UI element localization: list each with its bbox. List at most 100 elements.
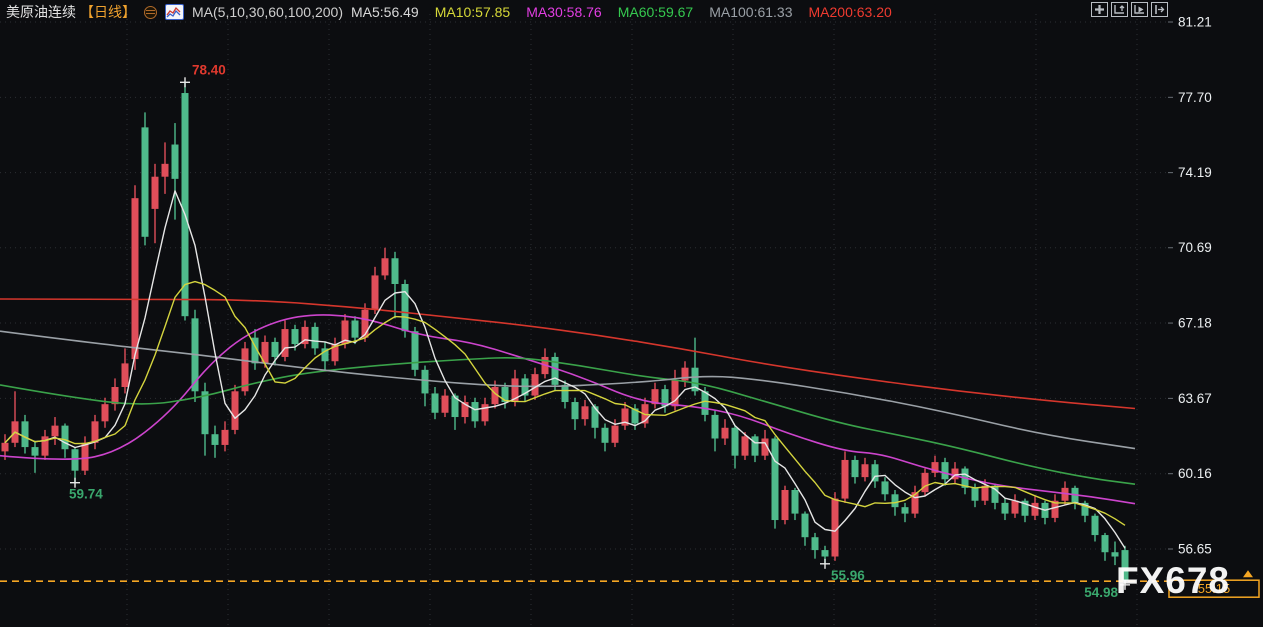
auto-scale-icon[interactable]	[1111, 2, 1128, 17]
axis-tick-label: 56.65	[1178, 542, 1212, 557]
candle-body	[712, 415, 719, 439]
ma-values: MA5:56.49 MA10:57.85 MA30:58.76 MA60:59.67 M…	[351, 4, 892, 20]
candle-body	[122, 363, 129, 387]
mini-chart-icon[interactable]	[165, 4, 184, 20]
candle-body	[772, 438, 779, 520]
candle-body	[612, 426, 619, 443]
mini-chart-glyph	[166, 6, 181, 18]
play-scale-icon[interactable]	[1131, 2, 1148, 17]
candle-body	[162, 164, 169, 177]
candle-body	[1092, 516, 1099, 535]
candle-body	[482, 404, 489, 421]
axis-tick-label: 70.69	[1178, 240, 1212, 255]
candle-body	[942, 462, 949, 479]
candle-body	[2, 443, 9, 452]
ma-value-MA200: MA200:63.20	[809, 4, 892, 20]
candle-body	[882, 481, 889, 494]
extreme-price-label: 55.96	[831, 568, 865, 583]
candle-body	[372, 275, 379, 309]
candle-body	[132, 198, 139, 359]
candle-body	[982, 486, 989, 501]
candle-body	[1002, 503, 1009, 514]
axis-tick-label: 74.19	[1178, 165, 1212, 180]
candle-body	[442, 396, 449, 413]
candle-body	[432, 393, 439, 412]
candle-body	[412, 331, 419, 370]
candle-body	[702, 391, 709, 415]
ma-value-MA10: MA10:57.85	[435, 4, 511, 20]
candle-body	[292, 329, 299, 344]
candle-body	[532, 374, 539, 395]
candle-body	[1032, 503, 1039, 516]
candle-body	[92, 421, 99, 442]
candle-body	[812, 537, 819, 550]
candle-body	[572, 402, 579, 419]
candle-body	[562, 385, 569, 402]
candle-body	[752, 436, 759, 455]
axis-tick-label: 60.16	[1178, 466, 1212, 481]
candle-body	[352, 320, 359, 337]
candle-body	[1012, 501, 1019, 514]
candle-body	[852, 460, 859, 477]
ma-value-MA60: MA60:59.67	[618, 4, 694, 20]
candle-body	[202, 391, 209, 434]
extreme-price-label: 54.98	[1084, 585, 1118, 600]
split-view-icon[interactable]	[1091, 2, 1108, 17]
candle-body	[272, 342, 279, 357]
page-forward-icon[interactable]	[1151, 2, 1168, 17]
candle-body	[422, 370, 429, 394]
candle-body	[1102, 535, 1109, 552]
candle-body	[212, 434, 219, 445]
candle-body	[842, 460, 849, 499]
candle-body	[392, 258, 399, 284]
candle-body	[232, 391, 239, 430]
chart-svg[interactable]: 55.1578.4059.7455.9654.9881.2177.7074.19…	[0, 0, 1263, 627]
axis-tick-label: 81.21	[1178, 15, 1212, 30]
period-label[interactable]: 【日线】	[80, 2, 136, 22]
candlestick-chart[interactable]: 55.1578.4059.7455.9654.9881.2177.7074.19…	[0, 0, 1263, 627]
candle-body	[582, 406, 589, 419]
candle-body	[742, 436, 749, 455]
chart-toolbar	[1091, 2, 1168, 17]
candle-body	[22, 421, 29, 447]
candle-body	[922, 473, 929, 492]
candle-body	[832, 499, 839, 557]
candle-body	[52, 426, 59, 437]
ma-settings-label[interactable]: MA(5,10,30,60,100,200)	[192, 4, 343, 20]
ma-value-MA30: MA30:58.76	[526, 4, 602, 20]
candle-body	[972, 488, 979, 501]
candle-body	[382, 258, 389, 275]
extreme-price-label: 59.74	[69, 487, 103, 502]
candle-body	[182, 93, 189, 316]
ma-value-MA5: MA5:56.49	[351, 4, 419, 20]
price-chart-app: 55.1578.4059.7455.9654.9881.2177.7074.19…	[0, 0, 1263, 627]
candle-body	[732, 428, 739, 456]
candle-body	[32, 447, 39, 456]
candle-body	[312, 327, 319, 348]
candle-body	[152, 177, 159, 209]
candle-body	[862, 464, 869, 477]
chart-header: 美原油连续 【日线】 MA(5,10,30,60,100,200) MA5:56…	[6, 3, 892, 21]
menu-circle-icon[interactable]	[144, 6, 157, 19]
candle-body	[602, 428, 609, 443]
axis-tick-label: 63.67	[1178, 391, 1212, 406]
candle-body	[72, 449, 79, 470]
candle-body	[282, 329, 289, 357]
candle-body	[722, 428, 729, 439]
axis-tick-label: 77.70	[1178, 90, 1212, 105]
candle-body	[102, 404, 109, 421]
candle-body	[172, 145, 179, 179]
candle-body	[892, 494, 899, 507]
candle-body	[822, 550, 829, 556]
candle-body	[902, 507, 909, 513]
ma-value-MA100: MA100:61.33	[709, 4, 792, 20]
candle-body	[472, 402, 479, 421]
axis-tick-label: 67.18	[1178, 316, 1212, 331]
candle-body	[222, 430, 229, 445]
candle-body	[142, 127, 149, 236]
candle-body	[1112, 552, 1119, 556]
candle-body	[802, 514, 809, 538]
candle-body	[592, 406, 599, 427]
candle-body	[782, 490, 789, 520]
watermark: FX678	[1116, 562, 1230, 599]
